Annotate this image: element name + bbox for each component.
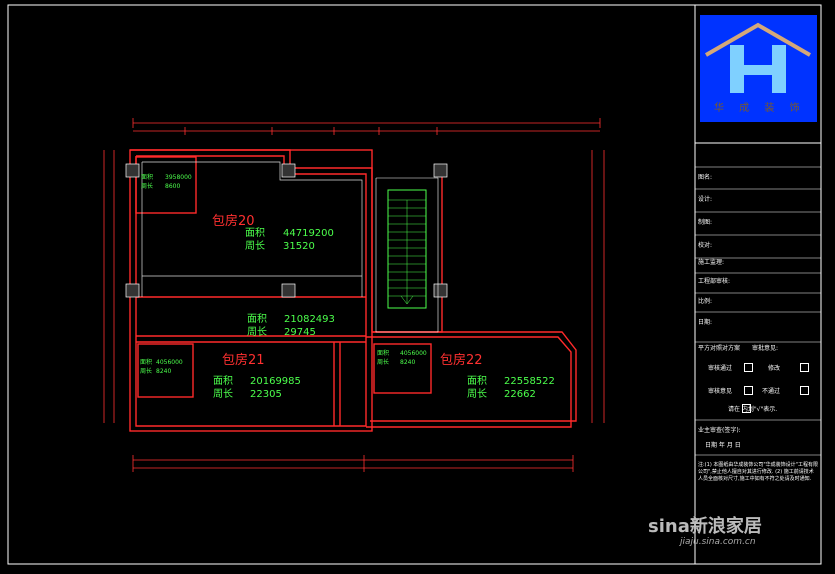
field-drawing-name: 图名: [698, 174, 713, 181]
room-21-name: 包房21 [222, 353, 265, 368]
checkbox-review[interactable] [744, 386, 753, 395]
small-room-2-area: 4056000 [156, 359, 183, 366]
room-21-area: 20169985 [250, 376, 301, 387]
option-review: 审核意见 [708, 388, 733, 395]
room-22-perim-label: 周长 [467, 389, 487, 400]
small-room-2-perim-label: 周长 [140, 368, 153, 375]
field-design: 设计: [698, 196, 713, 203]
plan-label: 平方对照对方案 [698, 345, 741, 352]
small-room-3-area-label: 面积 [377, 350, 390, 357]
field-date: 日期: [698, 319, 713, 326]
room-22-area-label: 面积 [467, 376, 487, 387]
corridor-area: 21082493 [284, 314, 335, 325]
room-20-area-label: 面积 [245, 228, 265, 239]
field-check: 校对: [698, 242, 713, 249]
room-21-perim-label: 周长 [213, 389, 233, 400]
corridor-area-label: 面积 [247, 314, 267, 325]
small-room-1-area: 3958000 [165, 174, 192, 181]
room-20-perim-label: 周长 [245, 241, 265, 252]
corridor-perim: 29745 [284, 327, 316, 338]
checkbox-reject[interactable] [800, 386, 809, 395]
room-20-area: 44719200 [283, 228, 334, 239]
field-engineering-review: 工程部审核: [698, 278, 731, 285]
logo-text: 华 成 装 饰 [714, 103, 806, 114]
small-room-1-perim-label: 周长 [141, 183, 154, 190]
small-room-3-perim: 8240 [400, 359, 416, 366]
room-22-name: 包房22 [440, 353, 483, 368]
field-scale: 比例: [698, 298, 713, 305]
room-21-perim: 22305 [250, 389, 282, 400]
corridor-perim-label: 周长 [247, 327, 267, 338]
small-room-1-perim: 8600 [165, 183, 181, 190]
room-22-perim: 22662 [504, 389, 536, 400]
checkbox-approved[interactable] [744, 363, 753, 372]
room-20-perim: 31520 [283, 241, 315, 252]
option-modify: 修改 [768, 365, 781, 372]
small-room-2-perim: 8240 [156, 368, 172, 375]
note-text: 注:(1) 本图纸由华成装饰公司"华成装饰设计"工程有限公司",禁止他人擅自对其… [698, 462, 818, 482]
field-supervisor: 施工监理: [698, 259, 725, 266]
room-20-name: 包房20 [212, 214, 255, 229]
field-drafting: 制图: [698, 219, 713, 226]
tick-hint: 请在 内划"√"表示. [728, 406, 778, 413]
watermark-brand: sina新浪家居 [648, 516, 762, 537]
option-approved: 审核通过 [708, 365, 733, 372]
room-21-area-label: 面积 [213, 376, 233, 387]
small-room-3-perim-label: 周长 [377, 359, 390, 366]
checkbox-modify[interactable] [800, 363, 809, 372]
watermark-url: jiaju.sina.com.cn [680, 537, 756, 547]
company-logo: 华 成 装 饰 [700, 15, 817, 122]
date-row: 日期 年 月 日 [705, 442, 741, 449]
small-room-2-area-label: 面积 [140, 359, 153, 366]
room-22-area: 22558522 [504, 376, 555, 387]
small-room-3-area: 4056000 [400, 350, 427, 357]
owner-confirm: 业主审查(签字): [698, 427, 741, 434]
approval-label: 审批意见: [752, 345, 779, 352]
small-room-1-area-label: 面积 [141, 174, 154, 181]
option-reject: 不通过 [762, 388, 781, 395]
